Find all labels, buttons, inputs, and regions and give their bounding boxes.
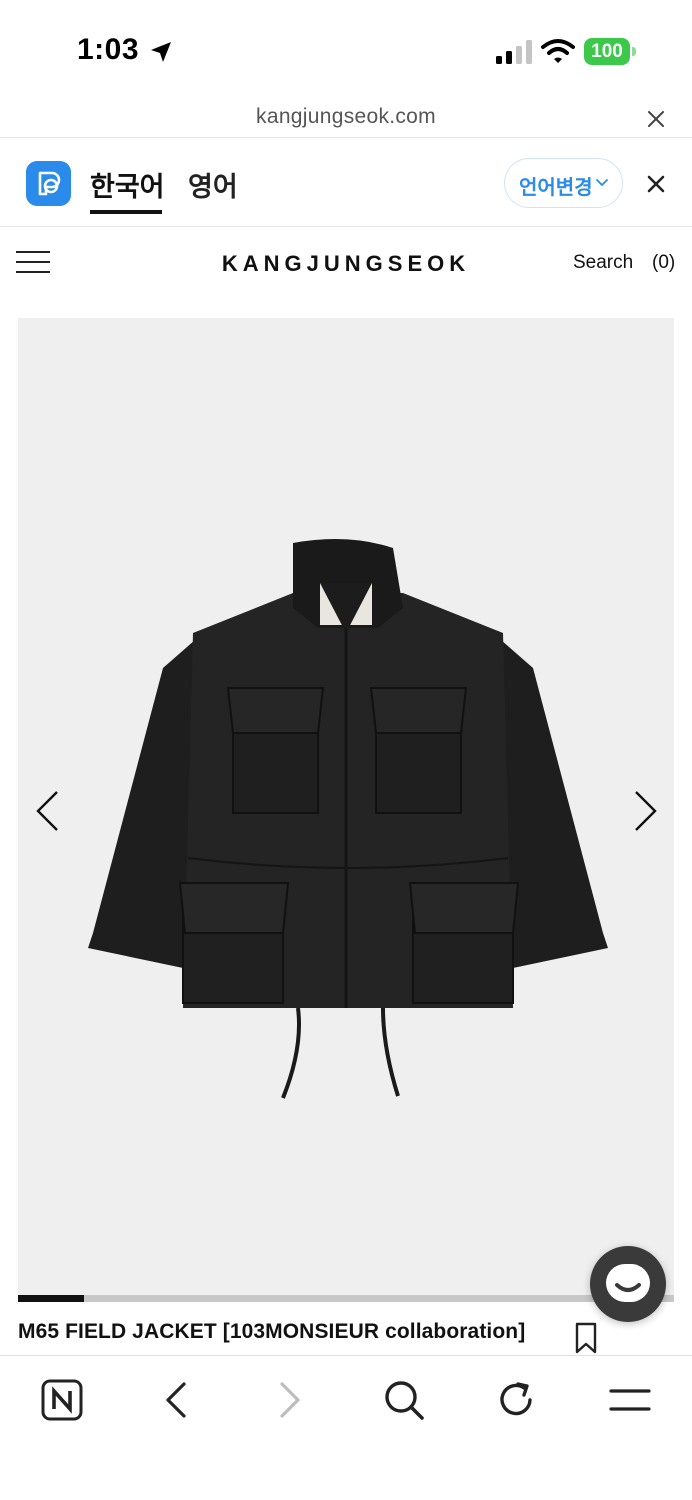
chat-icon (606, 1264, 650, 1302)
previous-image-arrow-icon[interactable] (35, 790, 59, 832)
active-tab-indicator (90, 210, 162, 214)
next-image-arrow-icon[interactable] (634, 790, 658, 832)
signal-icon (496, 40, 532, 64)
battery-icon: 100 (584, 38, 636, 65)
naver-n-icon[interactable] (40, 1378, 84, 1422)
gallery-progress-bar (18, 1295, 674, 1302)
close-icon[interactable] (645, 108, 667, 130)
change-language-label: 언어변경 (519, 177, 593, 199)
product-image[interactable] (18, 318, 674, 1296)
back-icon[interactable] (154, 1378, 198, 1422)
wifi-icon (541, 39, 575, 63)
bookmark-icon[interactable] (574, 1322, 598, 1354)
status-bar: 1:03 100 (0, 0, 692, 100)
menu-icon[interactable] (608, 1378, 652, 1422)
location-arrow-icon (151, 42, 171, 62)
reload-icon[interactable] (494, 1378, 538, 1422)
product-title: M65 FIELD JACKET [103MONSIEUR collaborat… (18, 1320, 526, 1343)
papago-logo-icon (26, 161, 71, 206)
url-text[interactable]: kangjungseok.com (0, 105, 692, 129)
change-language-button[interactable]: 언어변경 (504, 158, 623, 208)
site-header: KANGJUNGSEOK Search (0) (0, 228, 692, 300)
tab-korean[interactable]: 한국어 (90, 165, 165, 204)
translate-bar: 한국어 영어 언어변경 (0, 139, 692, 227)
forward-icon[interactable] (268, 1378, 312, 1422)
jacket-image (88, 539, 608, 1099)
tab-english[interactable]: 영어 (188, 165, 238, 204)
battery-level: 100 (591, 41, 623, 62)
close-translate-icon[interactable] (645, 173, 667, 195)
status-time: 1:03 (77, 33, 140, 66)
gallery-progress-fill (18, 1295, 84, 1302)
search-link[interactable]: Search (573, 252, 633, 274)
chevron-down-icon (596, 179, 608, 187)
chat-button[interactable] (590, 1246, 666, 1322)
cart-count[interactable]: (0) (652, 252, 675, 274)
search-icon[interactable] (382, 1378, 426, 1422)
url-bar[interactable]: kangjungseok.com (0, 100, 692, 138)
browser-toolbar (0, 1355, 692, 1500)
